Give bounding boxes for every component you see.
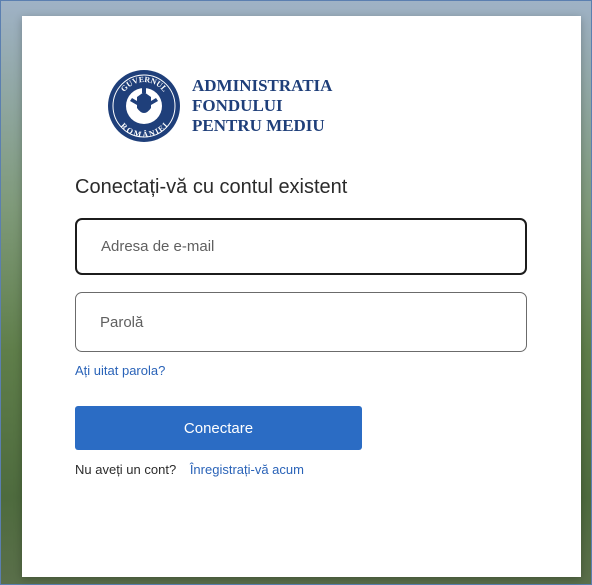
signup-row: Nu aveți un cont? Înregistrați-vă acum: [75, 462, 304, 477]
login-card: GUVERNUL ROMÂNIEI ADMINISTRATIA FONDULUI…: [22, 16, 581, 577]
email-input[interactable]: [77, 220, 525, 273]
page-title: Conectați-vă cu contul existent: [75, 176, 348, 198]
sign-in-button[interactable]: Conectare: [75, 406, 362, 450]
org-name-line-1: ADMINISTRATIA: [192, 76, 333, 95]
org-name-line-2: FONDULUI: [192, 96, 283, 115]
logo: GUVERNUL ROMÂNIEI ADMINISTRATIA FONDULUI…: [108, 70, 332, 142]
register-link[interactable]: Înregistrați-vă acum: [190, 462, 304, 477]
org-name-line-3: PENTRU MEDIU: [192, 116, 325, 135]
password-input[interactable]: [76, 293, 526, 351]
email-field[interactable]: [75, 218, 527, 275]
government-seal-icon: GUVERNUL ROMÂNIEI: [108, 70, 180, 142]
organization-name: ADMINISTRATIA FONDULUI PENTRU MEDIU: [192, 76, 332, 136]
password-field[interactable]: [75, 292, 527, 352]
forgot-password-link[interactable]: Ați uitat parola?: [75, 363, 165, 378]
no-account-text: Nu aveți un cont?: [75, 462, 177, 477]
